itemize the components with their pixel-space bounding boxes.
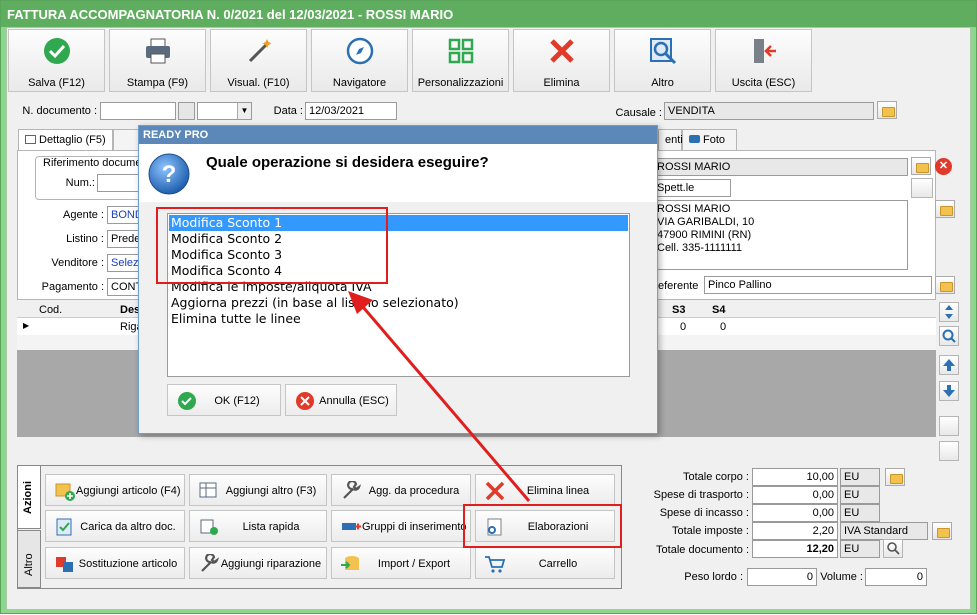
main-window: FATTURA ACCOMPAGNATORIA N. 0/2021 del 12… bbox=[0, 0, 977, 614]
annotation-arrow bbox=[348, 291, 531, 502]
